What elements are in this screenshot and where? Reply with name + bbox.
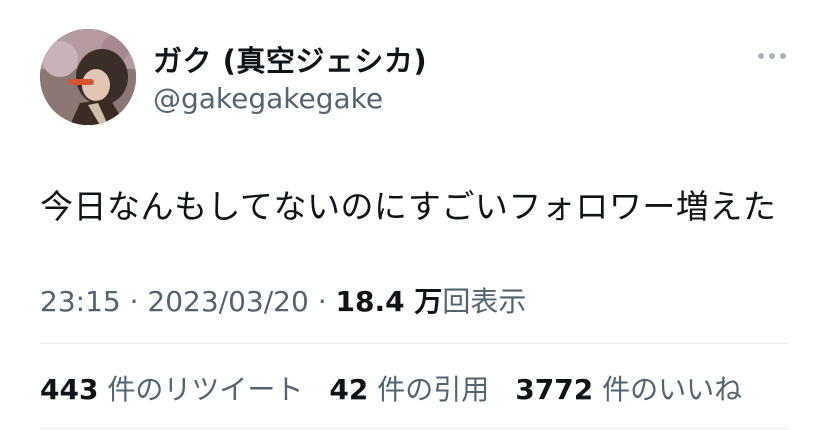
retweets-count: 443 xyxy=(40,373,99,406)
retweets-stat[interactable]: 443 件のリツイート xyxy=(40,368,303,408)
divider xyxy=(40,343,788,344)
avatar-photo xyxy=(40,29,136,125)
tweet-stats: 443 件のリツイート 42 件の引用 3772 件のいいね xyxy=(40,368,768,408)
more-horizontal-icon[interactable] xyxy=(752,42,792,70)
likes-label: 件のいいね xyxy=(602,373,743,406)
retweets-label: 件のリツイート xyxy=(107,373,304,406)
avatar[interactable] xyxy=(40,29,136,125)
quotes-count: 42 xyxy=(329,373,369,406)
quotes-stat[interactable]: 42 件の引用 xyxy=(329,368,489,408)
author-handle[interactable]: @gakegakegake xyxy=(153,82,383,115)
likes-stat[interactable]: 3772 件のいいね xyxy=(515,368,742,408)
tweet-time[interactable]: 23:15 xyxy=(40,285,121,318)
tweet-text: 今日なんもしてないのにすごいフォロワー増えた xyxy=(40,187,777,226)
quotes-label: 件の引用 xyxy=(377,373,490,406)
meta-separator: · xyxy=(120,285,148,318)
more-dot xyxy=(758,53,764,59)
divider xyxy=(40,428,788,429)
views-label: 回表示 xyxy=(442,285,527,318)
author-display-name[interactable]: ガク (真空ジェシカ) xyxy=(153,38,427,80)
more-dot xyxy=(780,53,786,59)
meta-separator: · xyxy=(308,285,336,318)
more-dot xyxy=(769,53,775,59)
likes-count: 3772 xyxy=(515,373,594,406)
views-count: 18.4 万 xyxy=(335,285,443,318)
tweet-meta: 23:15 · 2023/03/20 · 18.4 万回表示 xyxy=(40,280,526,320)
tweet-date[interactable]: 2023/03/20 xyxy=(147,285,308,318)
